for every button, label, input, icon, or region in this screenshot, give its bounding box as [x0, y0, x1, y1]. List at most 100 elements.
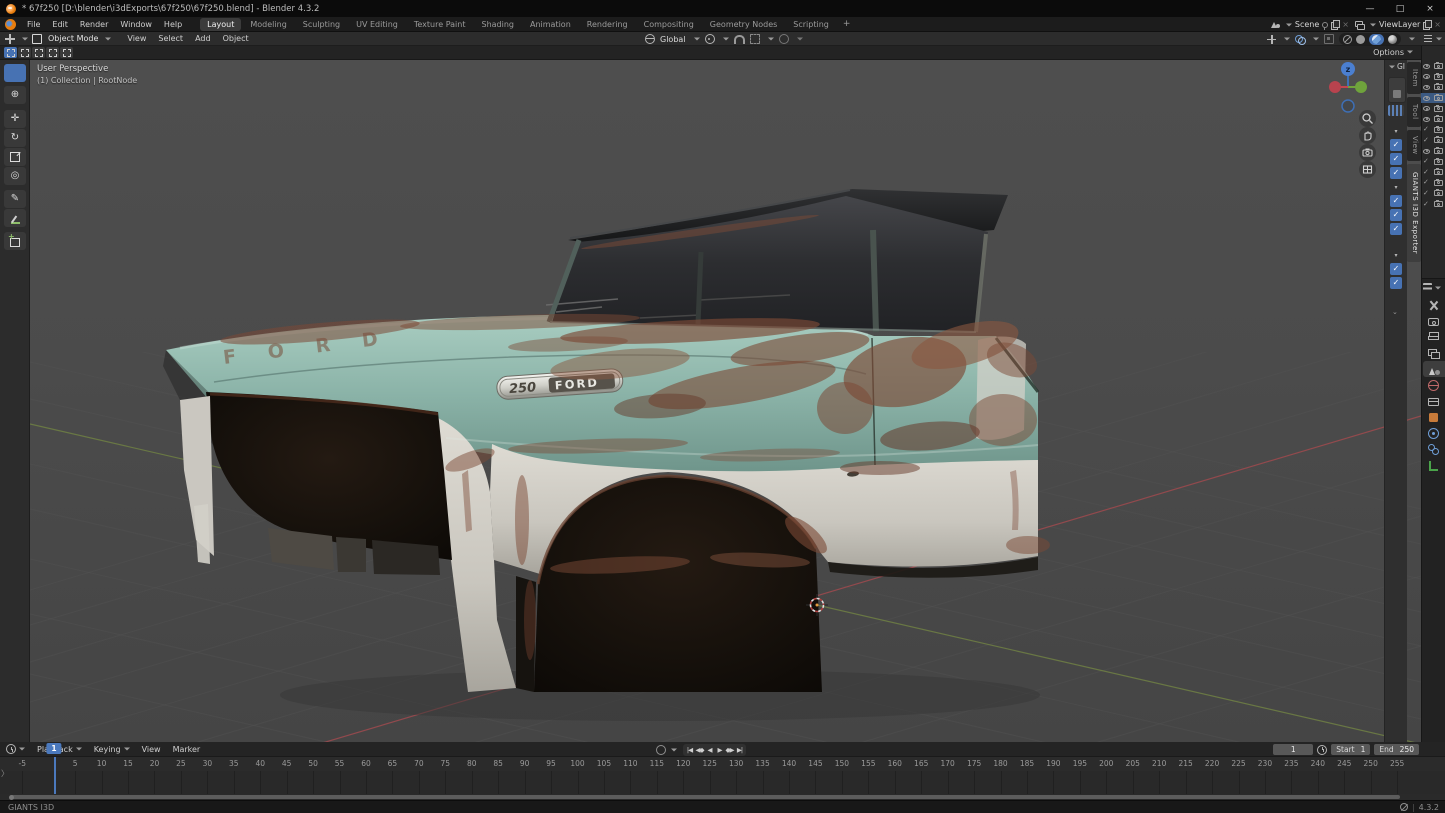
hide-viewport-eye-icon[interactable] [1423, 64, 1430, 69]
sidebar-tab-tool[interactable]: Tool [1407, 97, 1421, 127]
show-overlays-icon[interactable] [1295, 35, 1305, 43]
outliner-row[interactable] [1421, 103, 1445, 114]
sidebar-tab-item[interactable]: Item [1407, 62, 1421, 94]
playhead[interactable] [54, 757, 56, 794]
properties-tab-world[interactable] [1421, 377, 1445, 393]
properties-editor-header[interactable] [1423, 283, 1441, 292]
timeline-ruler[interactable]: -551015202530354045505560657075808590951… [0, 757, 1445, 771]
menu-help[interactable]: Help [158, 20, 188, 29]
camera-view-button[interactable] [1359, 144, 1376, 161]
workspace-tab-geometry-nodes[interactable]: Geometry Nodes [703, 18, 784, 31]
outliner-row[interactable] [1421, 114, 1445, 125]
outliner-row[interactable] [1421, 93, 1445, 104]
viewport-menu-view[interactable]: View [121, 34, 152, 43]
disable-render-camera-icon[interactable] [1434, 190, 1443, 196]
properties-tab-object[interactable] [1421, 409, 1445, 425]
shading-rendered-icon[interactable] [1388, 35, 1397, 44]
panel-collapse-icon[interactable]: ▾ [1394, 252, 1397, 259]
panel-collapse-icon[interactable]: ▾ [1394, 184, 1397, 191]
play-button[interactable]: ▶ [715, 745, 724, 755]
properties-tab-output[interactable] [1421, 329, 1445, 345]
outliner-row[interactable]: ✓ [1421, 125, 1445, 136]
disable-render-camera-icon[interactable] [1434, 116, 1443, 122]
workspace-tab-uv-editing[interactable]: UV Editing [349, 18, 405, 31]
outliner-row[interactable]: ✓ [1421, 167, 1445, 178]
disable-render-camera-icon[interactable] [1434, 74, 1443, 80]
exclude-checkbox-icon[interactable]: ✓ [1423, 190, 1429, 197]
disable-render-camera-icon[interactable] [1434, 169, 1443, 175]
shading-material-preview-icon[interactable] [1372, 35, 1381, 44]
scene-selector[interactable]: Scene × [1271, 20, 1349, 29]
editor-type-icon[interactable] [5, 34, 15, 44]
frame-end-field[interactable]: End250 [1374, 744, 1419, 755]
tool-select-box[interactable] [4, 64, 26, 82]
tool-measure[interactable] [4, 209, 26, 227]
pan-hand-button[interactable] [1359, 127, 1376, 144]
axis-y-handle[interactable] [1355, 81, 1367, 93]
options-dropdown[interactable]: Options [1373, 48, 1413, 57]
properties-tab-collection[interactable] [1421, 393, 1445, 409]
workspace-tab-modeling[interactable]: Modeling [243, 18, 293, 31]
outliner-row[interactable] [1421, 82, 1445, 93]
timeline-menu-marker[interactable]: Marker [167, 745, 207, 754]
tool-annotate[interactable]: ✎ [4, 190, 26, 208]
exclude-checkbox-icon[interactable]: ✓ [1423, 158, 1429, 165]
exclude-checkbox-icon[interactable]: ✓ [1423, 137, 1429, 144]
workspace-tab-animation[interactable]: Animation [523, 18, 578, 31]
play-reverse-button[interactable]: ◀ [705, 745, 714, 755]
exporter-checkbox[interactable]: ✓ [1390, 223, 1402, 235]
exclude-checkbox-icon[interactable]: ✓ [1423, 126, 1429, 133]
select-mode-extend[interactable] [18, 47, 31, 58]
outliner-row[interactable] [1421, 146, 1445, 157]
properties-tab-scene[interactable] [1423, 361, 1445, 377]
menu-edit[interactable]: Edit [46, 20, 74, 29]
transform-orientation-dropdown[interactable]: Global [660, 35, 686, 44]
viewport-menu-select[interactable]: Select [152, 34, 189, 43]
outliner-row[interactable]: ✓ [1421, 178, 1445, 189]
outliner-header[interactable] [1421, 32, 1445, 46]
minimize-button[interactable]: — [1355, 0, 1385, 17]
workspace-tab-rendering[interactable]: Rendering [580, 18, 635, 31]
hide-viewport-eye-icon[interactable] [1423, 106, 1430, 111]
disable-render-camera-icon[interactable] [1434, 201, 1443, 207]
show-gizmo-icon[interactable] [1267, 35, 1276, 44]
disable-render-camera-icon[interactable] [1434, 180, 1443, 186]
shading-solid-icon[interactable] [1356, 35, 1365, 44]
view-layer-selector[interactable]: ViewLayer × [1355, 20, 1441, 29]
disable-render-camera-icon[interactable] [1434, 127, 1443, 133]
workspace-tab-layout[interactable]: Layout [200, 18, 241, 31]
sidebar-tab-view[interactable]: View [1407, 130, 1421, 161]
delete-view-layer-icon[interactable]: × [1434, 20, 1441, 29]
select-mode-set[interactable] [4, 47, 17, 58]
exporter-checkbox[interactable]: ✓ [1390, 277, 1402, 289]
workspace-tab-compositing[interactable]: Compositing [637, 18, 701, 31]
viewport-menu-add[interactable]: Add [189, 34, 217, 43]
hide-viewport-eye-icon[interactable] [1423, 74, 1430, 79]
timeline-editor-icon[interactable] [6, 744, 16, 754]
striped-field[interactable] [1388, 105, 1404, 116]
delete-scene-icon[interactable]: × [1342, 20, 1349, 29]
properties-tab-physics[interactable] [1421, 425, 1445, 441]
outliner-row[interactable]: ✓ [1421, 188, 1445, 199]
exporter-checkbox[interactable]: ✓ [1390, 167, 1402, 179]
toggle-perspective-button[interactable] [1359, 161, 1376, 178]
tool-transform[interactable]: ◎ [4, 167, 26, 185]
sidebar-scroll-hint-icon[interactable]: ⌄ [1392, 308, 1398, 316]
timeline-menu-view[interactable]: View [136, 745, 167, 754]
jump-to-next-keyframe-button[interactable]: ◆▶ [725, 745, 734, 755]
timeline-region-chevron[interactable]: 〉 [1, 768, 9, 779]
current-frame-field[interactable]: 1 [1273, 744, 1313, 755]
proportional-editing-icon[interactable] [779, 34, 789, 44]
navigation-gizmo[interactable]: z [1324, 59, 1376, 115]
new-view-layer-icon[interactable] [1423, 20, 1431, 29]
current-frame-badge[interactable]: 1 [46, 743, 61, 754]
add-workspace-button[interactable]: + [838, 19, 856, 29]
frame-start-field[interactable]: Start1 [1331, 744, 1370, 755]
tool-move[interactable]: ✛ [4, 110, 26, 128]
select-mode-invert[interactable] [46, 47, 59, 58]
auto-keying-icon[interactable] [656, 745, 666, 755]
disable-render-camera-icon[interactable] [1434, 137, 1443, 143]
select-mode-subtract[interactable] [32, 47, 45, 58]
hide-viewport-eye-icon[interactable] [1423, 85, 1430, 90]
exporter-checkbox[interactable]: ✓ [1390, 263, 1402, 275]
